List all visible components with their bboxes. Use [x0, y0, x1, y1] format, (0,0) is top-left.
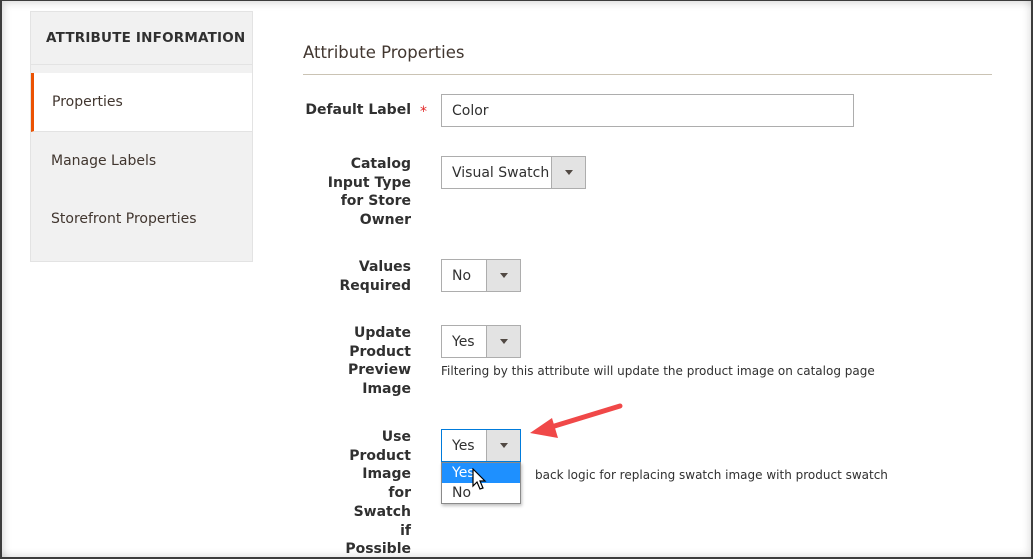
- sidebar-item-storefront-properties[interactable]: Storefront Properties: [31, 190, 252, 248]
- catalog-input-type-select[interactable]: Visual Swatch: [441, 156, 586, 189]
- annotation-arrow-icon: [530, 403, 623, 438]
- default-label-label: Default Label: [305, 102, 411, 118]
- catalog-input-type-label: Catalog Input Type for Store Owner: [301, 155, 411, 230]
- chevron-down-icon: [551, 157, 585, 188]
- use-product-image-select[interactable]: Yes: [441, 429, 521, 462]
- sidebar-item-label: Properties: [52, 94, 123, 110]
- sidebar-title: ATTRIBUTE INFORMATION: [31, 12, 252, 65]
- chevron-down-icon: [486, 430, 520, 461]
- sidebar-item-label: Manage Labels: [51, 153, 157, 169]
- sidebar-tabs: ATTRIBUTE INFORMATION Properties Manage …: [30, 11, 253, 262]
- update-preview-image-label: Update Product Preview Image: [301, 324, 411, 399]
- use-product-image-label-text: Use Product Image for Swatch if Possible: [345, 429, 411, 558]
- chevron-down-icon: [486, 326, 520, 357]
- update-preview-image-select[interactable]: Yes: [441, 325, 521, 358]
- values-required-label: Values Required: [301, 258, 411, 295]
- select-value: No: [452, 267, 472, 284]
- catalog-input-type-label-text: Catalog Input Type for Store Owner: [327, 156, 411, 229]
- default-label-input[interactable]: [441, 94, 854, 127]
- select-value: Visual Swatch: [452, 164, 550, 181]
- section-title: Attribute Properties: [303, 43, 465, 62]
- section-divider: [303, 74, 992, 75]
- use-product-image-label: Use Product Image for Swatch if Possible: [301, 428, 411, 559]
- select-value: Yes: [452, 333, 475, 350]
- update-preview-image-label-text: Update Product Preview Image: [347, 325, 411, 398]
- update-preview-image-note: Filtering by this attribute will update …: [441, 364, 875, 378]
- chevron-down-icon: [486, 260, 520, 291]
- select-value: Yes: [452, 437, 475, 454]
- use-product-image-note: back logic for replacing swatch image wi…: [535, 468, 888, 482]
- values-required-label-text: Values Required: [339, 259, 411, 294]
- mouse-cursor-icon: [472, 468, 487, 490]
- sidebar-item-manage-labels[interactable]: Manage Labels: [31, 132, 252, 190]
- required-icon: *: [420, 104, 427, 120]
- sidebar-item-properties[interactable]: Properties: [31, 73, 252, 132]
- values-required-select[interactable]: No: [441, 259, 521, 292]
- sidebar-item-label: Storefront Properties: [51, 211, 197, 227]
